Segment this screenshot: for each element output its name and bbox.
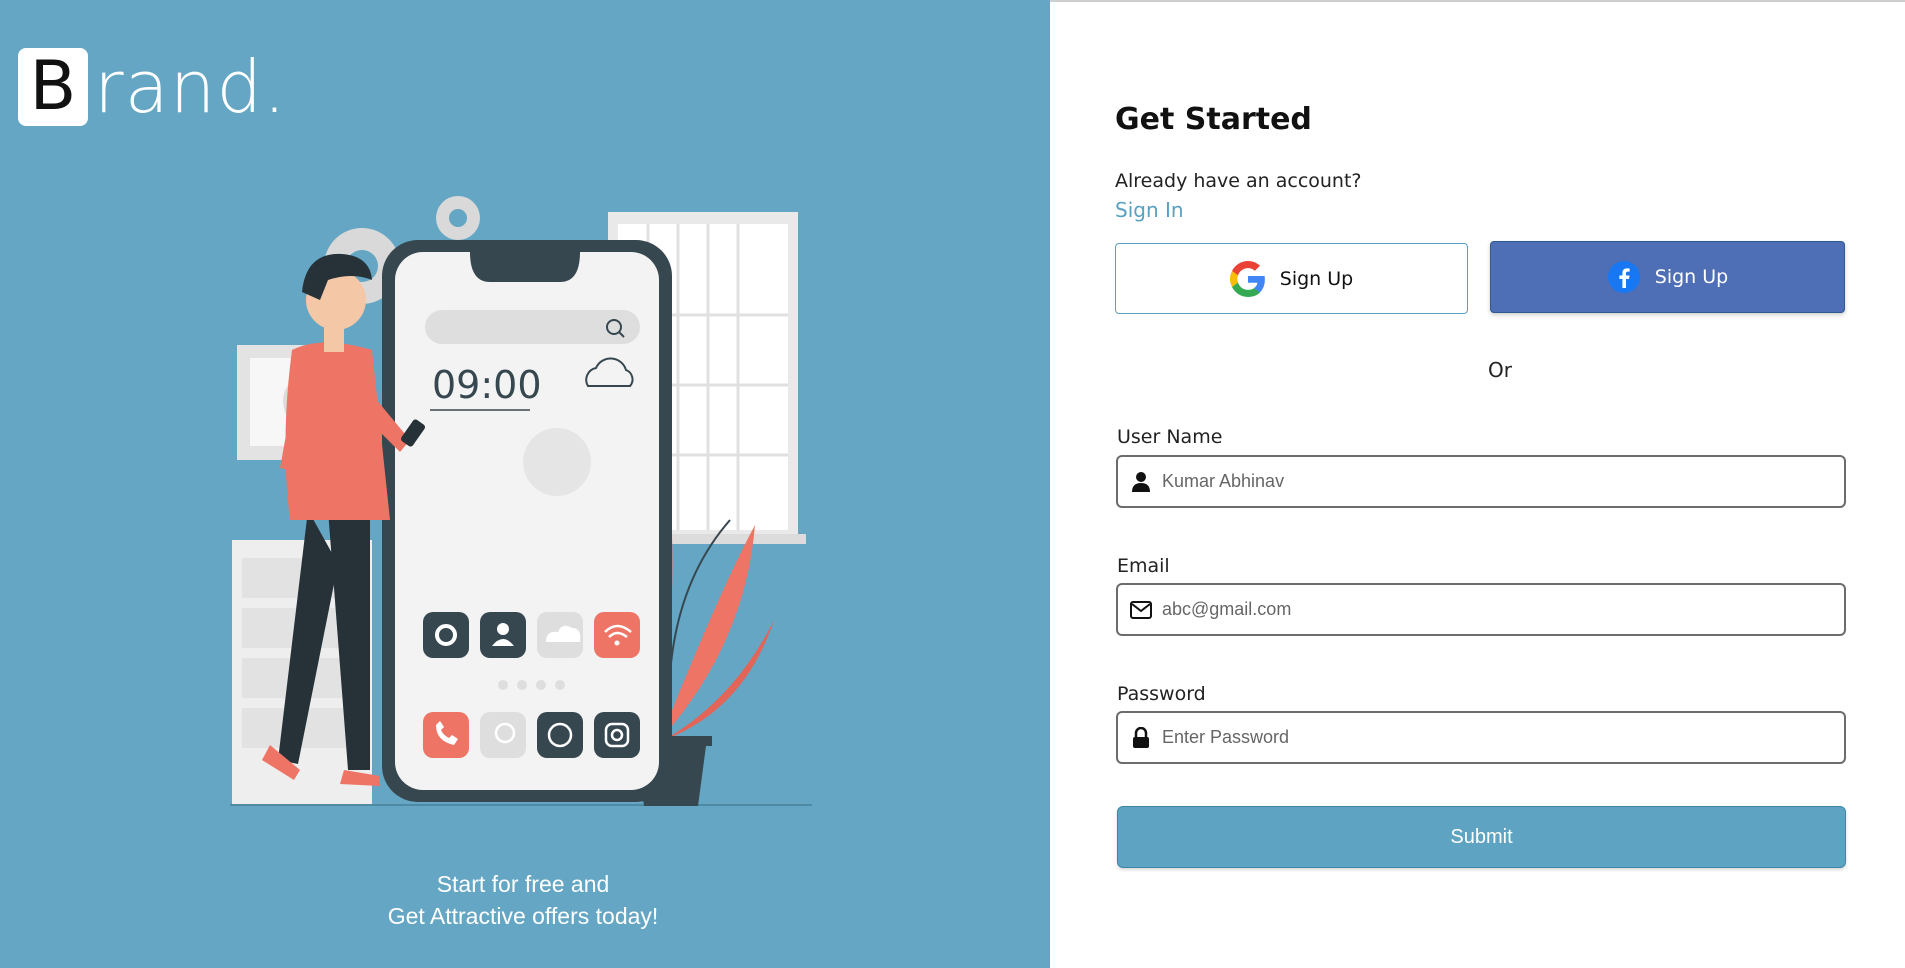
sign-in-link[interactable]: Sign In [1115, 198, 1184, 222]
email-label: Email [1117, 555, 1170, 577]
username-input[interactable] [1160, 470, 1844, 493]
envelope-icon [1130, 599, 1152, 621]
username-field[interactable] [1116, 455, 1846, 508]
password-label: Password [1117, 683, 1206, 705]
google-icon [1229, 260, 1265, 297]
phone-illustration: 09:00 [230, 196, 812, 806]
google-signup-label: Sign Up [1279, 267, 1354, 290]
already-account-text: Already have an account? [1115, 170, 1362, 192]
page-title: Get Started [1115, 102, 1312, 137]
brand-logo: B rand. [18, 48, 287, 126]
or-divider: Or [1488, 358, 1512, 382]
facebook-signup-label: Sign Up [1654, 266, 1729, 288]
tagline-line-2: Get Attractive offers today! [387, 903, 659, 929]
email-field[interactable] [1116, 583, 1846, 636]
signup-form: Get Started Already have an account? Sig… [1050, 0, 1905, 968]
phone-body: 09:00 [382, 240, 672, 802]
lock-icon [1130, 726, 1152, 749]
password-field[interactable] [1116, 711, 1846, 764]
tagline-line-1: Start for free and [436, 871, 610, 897]
facebook-icon [1607, 261, 1640, 293]
promo-panel: B rand. 09:00 Start for free and Get Att… [0, 0, 1050, 968]
brand-name: rand. [94, 45, 287, 129]
svg-text:09:00: 09:00 [432, 363, 542, 407]
username-label: User Name [1117, 426, 1223, 448]
email-input[interactable] [1160, 598, 1844, 621]
brand-initial: B [18, 48, 88, 126]
submit-button[interactable]: Submit [1117, 806, 1846, 868]
google-signup-button[interactable]: Sign Up [1115, 243, 1468, 314]
user-icon [1130, 471, 1152, 493]
password-input[interactable] [1160, 726, 1844, 749]
facebook-signup-button[interactable]: Sign Up [1490, 241, 1845, 313]
